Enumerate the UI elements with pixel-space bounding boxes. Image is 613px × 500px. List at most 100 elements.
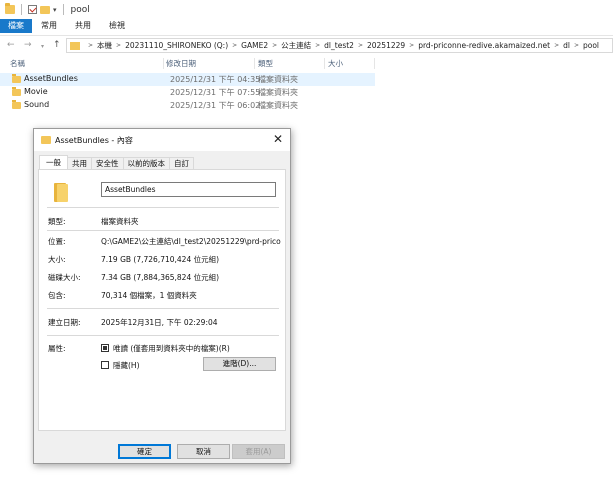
folder-icon [5, 3, 15, 14]
breadcrumb-princess-connect[interactable]: 公主連結 [281, 40, 311, 51]
file-type: 檔案資料夾 [258, 88, 298, 97]
chevron-right-icon[interactable]: > [272, 42, 277, 49]
disk-size-label: 磁碟大小: [48, 273, 81, 282]
ok-button[interactable]: 確定 [118, 444, 171, 459]
chevron-right-icon[interactable]: > [232, 42, 237, 49]
general-panel: AssetBundles 類型: 檔案資料夾 位置: Q:\GAME2\公主連結… [38, 169, 286, 431]
file-name: AssetBundles [24, 74, 78, 83]
divider [47, 308, 279, 309]
properties-dialog: AssetBundles - 內容 ✕ 一般 共用 安全性 以前的版本 自訂 A… [33, 128, 291, 464]
properties-icon[interactable] [28, 5, 37, 14]
file-row[interactable]: Sound 2025/12/31 下午 06:02 檔案資料夾 [0, 99, 375, 112]
cancel-button[interactable]: 取消 [177, 444, 230, 459]
file-date: 2025/12/31 下午 04:35 [170, 75, 261, 84]
tab-home[interactable]: 常用 [32, 19, 66, 33]
window-title: pool [70, 4, 90, 15]
tab-share[interactable]: 共用 [66, 19, 100, 33]
folder-icon [12, 87, 21, 96]
chevron-right-icon[interactable]: > [116, 42, 121, 49]
tab-sharing[interactable]: 共用 [67, 157, 92, 169]
close-icon[interactable]: ✕ [271, 132, 285, 146]
breadcrumb-dl-test2[interactable]: dl_test2 [324, 41, 354, 50]
advanced-button[interactable]: 進階(D)... [203, 357, 276, 371]
column-headers: 名稱 修改日期 類型 大小 [0, 56, 613, 70]
disk-size-value: 7.34 GB (7,884,365,824 位元組) [101, 273, 220, 282]
file-row[interactable]: AssetBundles 2025/12/31 下午 04:35 檔案資料夾 [0, 73, 375, 86]
breadcrumb-drive[interactable]: 20231110_SHIRONEKO (Q:) [125, 41, 228, 50]
readonly-checkbox[interactable] [101, 344, 109, 352]
file-name: Sound [24, 100, 50, 109]
chevron-right-icon[interactable]: > [409, 42, 414, 49]
file-date: 2025/12/31 下午 07:55 [170, 88, 261, 97]
size-value: 7.19 GB (7,726,710,424 位元組) [101, 255, 220, 264]
apply-button[interactable]: 套用(A) [232, 444, 285, 459]
chevron-right-icon[interactable]: > [554, 42, 559, 49]
tab-general[interactable]: 一般 [39, 155, 68, 169]
dialog-tabs: 一般 共用 安全性 以前的版本 自訂 [39, 155, 194, 169]
chevron-right-icon[interactable]: > [315, 42, 320, 49]
ribbon-tabs: 檔案 常用 共用 檢視 [0, 19, 613, 33]
column-header-date[interactable]: 修改日期 [166, 58, 196, 69]
folder-name-field[interactable]: AssetBundles [101, 182, 276, 197]
folder-icon [12, 100, 21, 109]
tab-file[interactable]: 檔案 [0, 19, 32, 33]
created-value: 2025年12月31日, 下午 02:29:04 [101, 318, 218, 327]
divider [47, 335, 279, 336]
divider [47, 207, 279, 208]
new-folder-icon[interactable] [40, 5, 50, 14]
dialog-title: AssetBundles - 內容 [55, 136, 133, 145]
contains-value: 70,314 個檔案，1 個資料夾 [101, 291, 197, 300]
folder-icon [12, 74, 21, 83]
breadcrumb-this-pc[interactable]: 本機 [97, 40, 112, 51]
column-divider[interactable] [254, 58, 255, 69]
file-date: 2025/12/31 下午 06:02 [170, 101, 261, 110]
breadcrumb-dl[interactable]: dl [563, 41, 570, 50]
recent-locations-icon[interactable]: ▾ [41, 41, 44, 53]
file-name: Movie [24, 87, 48, 96]
file-type: 檔案資料夾 [258, 75, 298, 84]
customize-toolbar-icon[interactable]: ▾ [53, 6, 57, 14]
column-divider[interactable] [324, 58, 325, 69]
attributes-label: 屬性: [48, 344, 66, 353]
contains-label: 包含: [48, 291, 66, 300]
back-arrow-icon[interactable]: ← [7, 39, 15, 51]
column-divider[interactable] [374, 58, 375, 69]
tab-security[interactable]: 安全性 [91, 157, 124, 169]
size-label: 大小: [48, 255, 66, 264]
location-value: Q:\GAME2\公主連結\dl_test2\20251229\prd-pric… [101, 237, 281, 246]
breadcrumb-pool[interactable]: pool [583, 41, 599, 50]
forward-arrow-icon[interactable]: → [24, 39, 32, 51]
divider [21, 4, 22, 15]
quick-access-toolbar: ▾ pool [5, 3, 90, 15]
breadcrumb-game2[interactable]: GAME2 [241, 41, 268, 50]
chevron-right-icon[interactable]: > [574, 42, 579, 49]
created-label: 建立日期: [48, 318, 81, 327]
chevron-right-icon[interactable]: > [88, 42, 93, 49]
tab-customize[interactable]: 自訂 [169, 157, 194, 169]
hidden-checkbox[interactable] [101, 361, 109, 369]
location-label: 位置: [48, 237, 66, 246]
folder-icon [70, 41, 80, 50]
folder-icon [52, 183, 68, 202]
column-divider[interactable] [163, 58, 164, 69]
tab-previous-versions[interactable]: 以前的版本 [122, 157, 170, 169]
address-bar[interactable]: > 本機 > 20231110_SHIRONEKO (Q:) > GAME2 >… [66, 38, 613, 53]
column-header-name[interactable]: 名稱 [10, 58, 25, 69]
type-value: 檔案資料夾 [101, 217, 139, 226]
readonly-label[interactable]: 唯讀 (僅套用到資料夾中的檔案)(R) [113, 343, 230, 354]
divider [62, 4, 64, 15]
column-header-type[interactable]: 類型 [258, 58, 273, 69]
breadcrumb-date[interactable]: 20251229 [367, 41, 405, 50]
hidden-label[interactable]: 隱藏(H) [113, 360, 140, 371]
breadcrumb-host[interactable]: prd-priconne-redive.akamaized.net [418, 41, 550, 50]
navigation-bar: ← → ▾ ↑ > 本機 > 20231110_SHIRONEKO (Q:) >… [0, 35, 613, 54]
dialog-title-bar: AssetBundles - 內容 ✕ [34, 129, 290, 151]
tab-view[interactable]: 檢視 [100, 19, 134, 33]
column-header-size[interactable]: 大小 [328, 58, 343, 69]
folder-icon [41, 136, 51, 144]
file-row[interactable]: Movie 2025/12/31 下午 07:55 檔案資料夾 [0, 86, 375, 99]
divider [47, 230, 279, 231]
type-label: 類型: [48, 217, 66, 226]
up-arrow-icon[interactable]: ↑ [53, 39, 61, 51]
chevron-right-icon[interactable]: > [358, 42, 363, 49]
